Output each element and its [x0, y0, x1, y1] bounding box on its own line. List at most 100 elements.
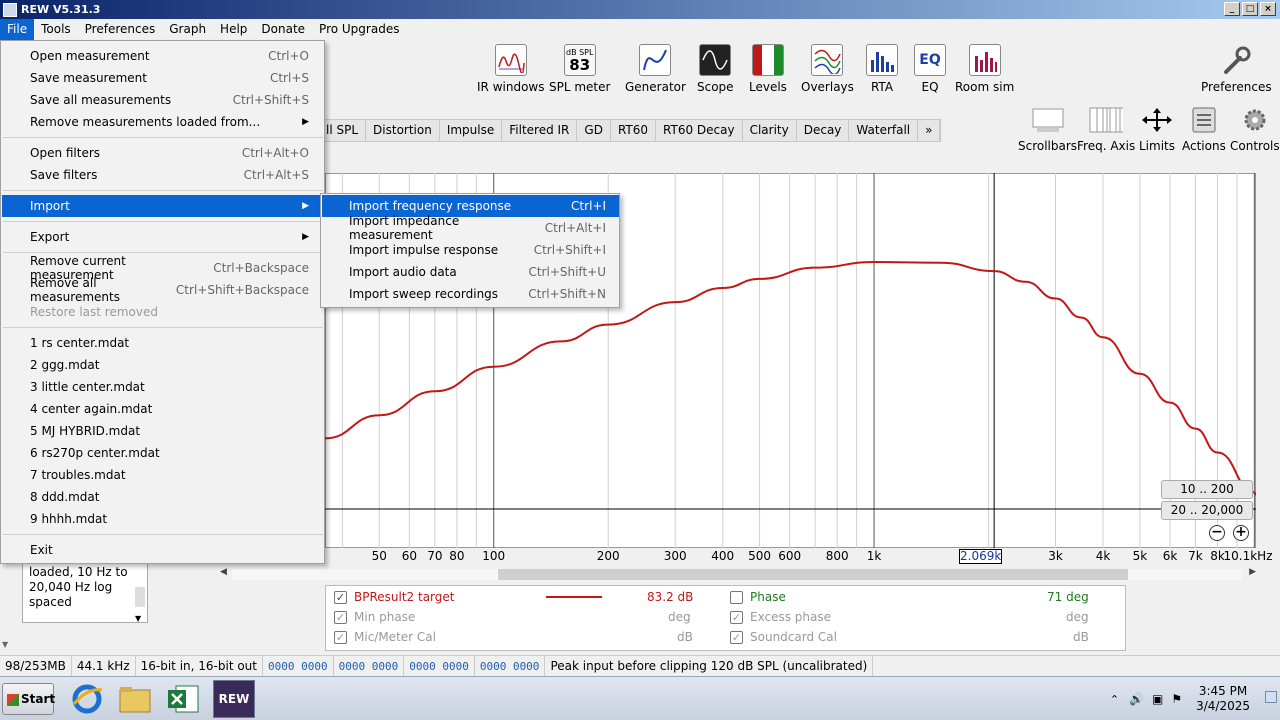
menu-item-recent-9[interactable]: 9 hhhh.mdat: [2, 508, 323, 530]
overlays-button[interactable]: Overlays: [801, 44, 854, 94]
legend-checkbox-soundcard-cal[interactable]: ✓: [730, 630, 743, 644]
menu-item-save-all-measurements[interactable]: Save all measurements Ctrl+Shift+S: [2, 89, 323, 111]
tab-impulse[interactable]: Impulse: [440, 120, 503, 141]
range-10-200-button[interactable]: 10 .. 200: [1161, 480, 1253, 499]
menu-item-recent-2[interactable]: 2 ggg.mdat: [2, 354, 323, 376]
controls-button[interactable]: Controls: [1230, 107, 1280, 153]
menu-item-export[interactable]: Export ▶: [2, 226, 323, 248]
legend-row-phase[interactable]: Phase: [730, 588, 786, 606]
menu-item-import-sweep-recordings[interactable]: Import sweep recordings Ctrl+Shift+N: [322, 283, 619, 305]
menu-item-recent-6[interactable]: 6 rs270p center.mdat: [2, 442, 323, 464]
menu-item-remove-all-measurements[interactable]: Remove all measurements Ctrl+Shift+Backsp…: [2, 276, 323, 304]
action-center-icon[interactable]: ⚑: [1171, 692, 1182, 706]
excel-icon[interactable]: [162, 680, 204, 718]
scroll-left-arrow-icon[interactable]: ◀: [220, 567, 227, 577]
legend-row-excess-phase[interactable]: ✓ Excess phase: [730, 608, 831, 626]
generator-button[interactable]: Generator: [625, 44, 686, 94]
range-20-20000-button[interactable]: 20 .. 20,000: [1161, 501, 1253, 520]
panel-scroll-down-icon[interactable]: ▼: [2, 640, 8, 649]
limits-button[interactable]: Limits: [1139, 107, 1175, 153]
menu-item-recent-7[interactable]: 7 troubles.mdat: [2, 464, 323, 486]
menu-preferences[interactable]: Preferences: [78, 19, 163, 40]
file-menu-dropdown: Open measurement Ctrl+O Save measurement C…: [0, 40, 325, 564]
generator-icon: [639, 44, 672, 76]
menu-item-save-filters[interactable]: Save filters Ctrl+Alt+S: [2, 164, 323, 186]
legend-checkbox-phase[interactable]: [730, 590, 743, 604]
menu-help[interactable]: Help: [213, 19, 254, 40]
tray-expand-icon[interactable]: ⌃: [1110, 693, 1119, 706]
scope-button[interactable]: Scope: [697, 44, 734, 94]
room-sim-button[interactable]: Room sim: [955, 44, 1014, 94]
info-scrollbar[interactable]: ▼: [133, 563, 147, 623]
volume-icon[interactable]: 🔊: [1129, 692, 1144, 706]
menu-separator: [3, 252, 323, 253]
menu-item-import[interactable]: Import ▶: [2, 195, 323, 217]
tab-rt60[interactable]: RT60: [611, 120, 657, 141]
menu-donate[interactable]: Donate: [254, 19, 312, 40]
menu-item-import-audio-data[interactable]: Import audio data Ctrl+Shift+U: [322, 261, 619, 283]
menu-item-recent-4[interactable]: 4 center again.mdat: [2, 398, 323, 420]
legend-row-mic-meter-cal[interactable]: ✓ Mic/Meter Cal: [334, 628, 436, 646]
status-bar: 98/253MB 44.1 kHz 16-bit in, 16-bit out …: [0, 655, 1280, 677]
file-explorer-icon[interactable]: [114, 680, 156, 718]
minimize-button[interactable]: _: [1224, 2, 1240, 16]
menu-item-import-impedance-measurement[interactable]: Import impedance measurement Ctrl+Alt+I: [322, 214, 619, 242]
tab-waterfall[interactable]: Waterfall: [849, 120, 919, 141]
rew-icon[interactable]: REW: [213, 680, 255, 718]
tab-filtered-ir[interactable]: Filtered IR: [502, 120, 578, 141]
menu-item-open-filters[interactable]: Open filters Ctrl+Alt+O: [2, 142, 323, 164]
menu-tools[interactable]: Tools: [34, 19, 78, 40]
menu-item-import-impulse-response[interactable]: Import impulse response Ctrl+Shift+I: [322, 239, 619, 261]
network-icon[interactable]: ▣: [1152, 692, 1163, 706]
zoom-in-icon[interactable]: +: [1233, 525, 1249, 541]
tab-spl[interactable]: ll SPL: [319, 120, 367, 141]
menu-item-recent-5[interactable]: 5 MJ HYBRID.mdat: [2, 420, 323, 442]
actions-button[interactable]: Actions: [1182, 107, 1226, 153]
legend-checkbox-bpresult2[interactable]: ✓: [334, 590, 347, 604]
legend-row-min-phase[interactable]: ✓ Min phase: [334, 608, 415, 626]
zoom-out-icon[interactable]: −: [1209, 525, 1225, 541]
close-button[interactable]: ×: [1260, 2, 1276, 16]
graph-horizontal-scrollbar[interactable]: ◀ ▶: [220, 567, 1256, 582]
legend-row-soundcard-cal[interactable]: ✓ Soundcard Cal: [730, 628, 837, 646]
internet-explorer-icon[interactable]: [66, 680, 108, 718]
start-button[interactable]: Start: [2, 683, 55, 715]
rta-button[interactable]: RTA: [866, 44, 898, 94]
menu-item-recent-8[interactable]: 8 ddd.mdat: [2, 486, 323, 508]
spl-meter-button[interactable]: dB SPL 83 SPL meter: [549, 44, 610, 94]
menu-graph[interactable]: Graph: [162, 19, 213, 40]
legend-row-bpresult2[interactable]: ✓ BPResult2 target: [334, 588, 454, 606]
legend-checkbox-mic-meter-cal[interactable]: ✓: [334, 630, 347, 644]
scroll-thumb[interactable]: [498, 569, 1128, 580]
tab-distortion[interactable]: Distortion: [366, 120, 440, 141]
levels-button[interactable]: Levels: [749, 44, 787, 94]
tab-more[interactable]: »: [918, 120, 941, 141]
scroll-right-arrow-icon[interactable]: ▶: [1249, 567, 1256, 577]
tab-gd[interactable]: GD: [577, 120, 611, 141]
status-code-4: 0000 0000: [475, 655, 546, 677]
info-scroll-thumb[interactable]: [135, 587, 145, 607]
legend-checkbox-min-phase[interactable]: ✓: [334, 610, 347, 624]
x-tick-label: 600: [778, 549, 802, 563]
info-scroll-down-icon[interactable]: ▼: [135, 614, 141, 623]
menu-item-exit[interactable]: Exit: [2, 539, 323, 561]
tab-clarity[interactable]: Clarity: [743, 120, 797, 141]
menu-item-recent-3[interactable]: 3 little center.mdat: [2, 376, 323, 398]
show-desktop-button[interactable]: [1265, 691, 1277, 703]
tab-rt60-decay[interactable]: RT60 Decay: [656, 120, 743, 141]
menu-item-remove-loaded-from[interactable]: Remove measurements loaded from... ▶: [2, 111, 323, 133]
legend-checkbox-excess-phase[interactable]: ✓: [730, 610, 743, 624]
menu-item-save-measurement[interactable]: Save measurement Ctrl+S: [2, 67, 323, 89]
preferences-button[interactable]: Preferences: [1201, 44, 1272, 94]
tab-decay[interactable]: Decay: [797, 120, 850, 141]
clock[interactable]: 3:45 PM 3/4/2025: [1196, 684, 1250, 714]
menu-pro-upgrades[interactable]: Pro Upgrades: [312, 19, 406, 40]
menu-file[interactable]: File: [0, 19, 35, 40]
freq-axis-button[interactable]: Freq. Axis: [1077, 107, 1135, 153]
ir-windows-button[interactable]: IR windows: [477, 44, 544, 94]
menu-item-recent-1[interactable]: 1 rs center.mdat: [2, 332, 323, 354]
scrollbars-button[interactable]: Scrollbars: [1018, 107, 1077, 153]
menu-item-open-measurement[interactable]: Open measurement Ctrl+O: [2, 45, 323, 67]
maximize-button[interactable]: □: [1242, 2, 1258, 16]
eq-button[interactable]: EQ EQ: [914, 44, 946, 94]
